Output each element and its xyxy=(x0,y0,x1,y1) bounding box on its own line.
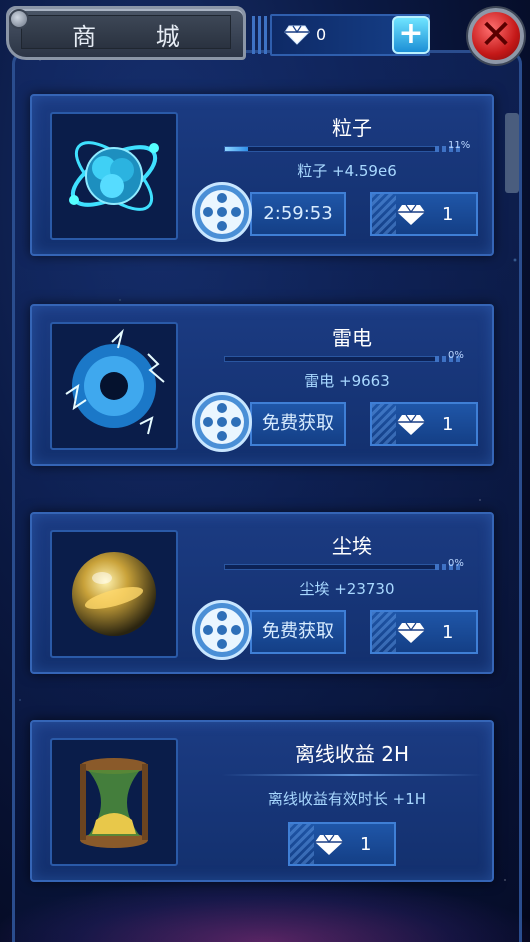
progress-percent: 11% xyxy=(448,140,471,151)
page-title: 商 城 xyxy=(72,23,206,51)
video-reel-icon[interactable] xyxy=(192,392,252,452)
diamond-icon xyxy=(397,414,425,435)
gem-price: 1 xyxy=(442,204,454,225)
lightning-vortex-icon xyxy=(50,322,178,450)
shop-item-lightning: 雷电 0% 雷电 +9663 免费获取 1 xyxy=(30,304,494,466)
diamond-icon xyxy=(397,622,425,643)
gem-price: 1 xyxy=(442,414,454,435)
gem-count: 0 xyxy=(316,25,327,44)
buy-with-gems-button[interactable]: 1 xyxy=(370,192,478,236)
item-progress-bar xyxy=(224,564,463,570)
free-get-button[interactable]: 免费获取 xyxy=(250,402,346,446)
progress-percent: 0% xyxy=(448,350,464,361)
shop-item-offline-earnings: 离线收益 2H 离线收益有效时长 +1H 1 xyxy=(30,720,494,882)
shop-title-tab: 商 城 xyxy=(6,6,246,60)
item-bonus: 离线收益有效时长 +1H xyxy=(267,790,427,808)
free-get-button[interactable]: 免费获取 xyxy=(250,610,346,654)
bolt-icon xyxy=(9,9,29,29)
item-bonus: 尘埃 +23730 xyxy=(299,580,395,598)
item-name: 粒子 xyxy=(332,116,372,140)
hourglass-icon xyxy=(50,738,178,866)
divider xyxy=(222,774,482,776)
item-progress-bar xyxy=(224,146,463,152)
shop-item-particle: 粒子 11% 粒子 +4.59e6 2:59:53 1 xyxy=(30,94,494,256)
close-button[interactable]: ✕ xyxy=(468,8,524,64)
buy-with-gems-button[interactable]: 1 xyxy=(288,822,396,866)
gem-price: 1 xyxy=(360,834,372,855)
item-name: 尘埃 xyxy=(332,534,372,558)
progress-percent: 0% xyxy=(448,558,464,569)
particle-icon xyxy=(50,112,178,240)
video-reel-icon[interactable] xyxy=(192,600,252,660)
scroll-rail[interactable] xyxy=(505,113,519,193)
buy-with-gems-button[interactable]: 1 xyxy=(370,402,478,446)
add-gems-button[interactable]: + xyxy=(392,16,430,54)
item-progress-bar xyxy=(224,356,463,362)
buy-with-gems-button[interactable]: 1 xyxy=(370,610,478,654)
video-reel-icon[interactable] xyxy=(192,182,252,242)
stripe-decoration xyxy=(252,16,270,54)
shop-item-dust: 尘埃 0% 尘埃 +23730 免费获取 1 xyxy=(30,512,494,674)
diamond-icon xyxy=(315,834,343,855)
item-name: 雷电 xyxy=(332,326,372,350)
diamond-icon xyxy=(284,25,310,45)
item-bonus: 雷电 +9663 xyxy=(304,372,390,390)
cooldown-timer[interactable]: 2:59:53 xyxy=(250,192,346,236)
dust-orb-icon xyxy=(50,530,178,658)
item-name: 离线收益 2H xyxy=(294,742,410,766)
gem-price: 1 xyxy=(442,622,454,643)
item-bonus: 粒子 +4.59e6 xyxy=(297,162,397,180)
diamond-icon xyxy=(397,204,425,225)
